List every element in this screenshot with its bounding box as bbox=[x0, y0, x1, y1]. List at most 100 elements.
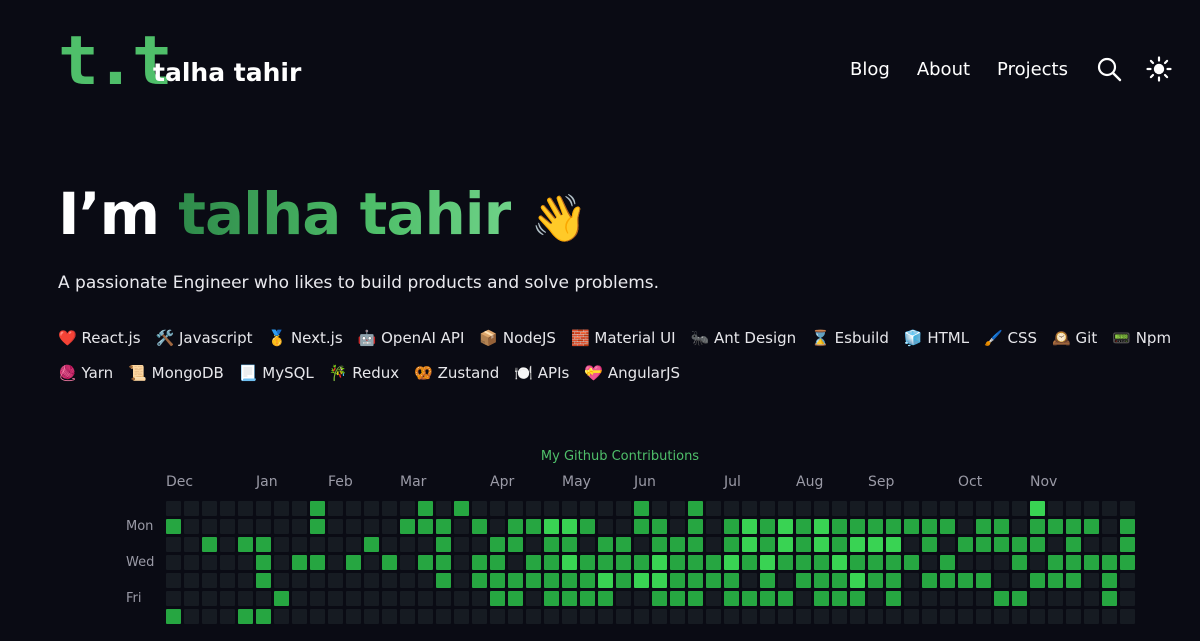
contribution-cell bbox=[292, 537, 307, 552]
contribution-cell bbox=[940, 519, 955, 534]
skill-label: Material UI bbox=[594, 329, 676, 347]
contribution-cell bbox=[796, 573, 811, 588]
contribution-cell bbox=[238, 555, 253, 570]
skill-label: HTML bbox=[927, 329, 970, 347]
contribution-cell bbox=[382, 609, 397, 624]
skill-label: MySQL bbox=[262, 364, 314, 382]
contribution-cell bbox=[418, 501, 433, 516]
day-label: Wed bbox=[126, 555, 155, 570]
contribution-cell bbox=[616, 501, 631, 516]
contribution-cell bbox=[976, 501, 991, 516]
contribution-cell bbox=[724, 537, 739, 552]
contribution-cell bbox=[886, 609, 901, 624]
month-label: May bbox=[562, 474, 591, 490]
sun-icon[interactable] bbox=[1146, 56, 1172, 82]
site-name[interactable]: talha tahir bbox=[153, 58, 301, 87]
contribution-cell bbox=[508, 537, 523, 552]
contribution-cell bbox=[580, 609, 595, 624]
contribution-cell bbox=[814, 519, 829, 534]
contribution-cell bbox=[868, 555, 883, 570]
skill-icon: 🕰️ bbox=[1052, 329, 1071, 347]
nav-projects-link[interactable]: Projects bbox=[997, 59, 1068, 80]
contribution-cell bbox=[652, 501, 667, 516]
contribution-cell bbox=[994, 555, 1009, 570]
skill-icon: 🥇 bbox=[267, 329, 287, 347]
contribution-cell bbox=[1102, 555, 1117, 570]
contribution-cell bbox=[184, 519, 199, 534]
contribution-cell bbox=[688, 501, 703, 516]
contribution-cell bbox=[1048, 609, 1063, 624]
contribution-cell bbox=[346, 591, 361, 606]
contribution-cell bbox=[796, 591, 811, 606]
contribution-cell bbox=[220, 519, 235, 534]
contribution-cell bbox=[1084, 501, 1099, 516]
contribution-cell bbox=[652, 573, 667, 588]
month-label: Jul bbox=[724, 474, 741, 490]
contribution-cell bbox=[544, 573, 559, 588]
contribution-cell bbox=[418, 519, 433, 534]
nav-blog-link[interactable]: Blog bbox=[850, 59, 890, 80]
search-icon[interactable] bbox=[1096, 56, 1122, 82]
contribution-cell bbox=[670, 519, 685, 534]
contribution-cell bbox=[904, 501, 919, 516]
contribution-cell bbox=[652, 519, 667, 534]
contribution-cell bbox=[742, 555, 757, 570]
contribution-cell bbox=[202, 555, 217, 570]
contribution-cell bbox=[814, 609, 829, 624]
contribution-cell bbox=[310, 519, 325, 534]
month-labels: Dec Jan Feb Mar Apr May Jun Jul Aug Sep Oct Nov bbox=[166, 474, 1116, 492]
contribution-cell bbox=[1066, 609, 1081, 624]
hero-title: I’m talha tahir 👋 bbox=[58, 178, 588, 254]
contribution-cell bbox=[778, 501, 793, 516]
contribution-cell bbox=[238, 591, 253, 606]
contribution-cell bbox=[994, 591, 1009, 606]
contribution-cell bbox=[310, 573, 325, 588]
contribution-cell bbox=[1120, 519, 1135, 534]
contribution-cell bbox=[346, 555, 361, 570]
contribution-cell bbox=[328, 501, 343, 516]
skill-label: AngularJS bbox=[607, 364, 681, 382]
contribution-cell bbox=[256, 537, 271, 552]
contribution-cell bbox=[904, 537, 919, 552]
contribution-cell bbox=[724, 501, 739, 516]
contribution-cell bbox=[994, 573, 1009, 588]
contribution-cell bbox=[652, 591, 667, 606]
contribution-cell bbox=[760, 537, 775, 552]
contribution-cell bbox=[238, 609, 253, 624]
contribution-cell bbox=[598, 573, 613, 588]
contribution-cell bbox=[562, 555, 577, 570]
contribution-cell bbox=[760, 591, 775, 606]
hero-name: talha tahir bbox=[178, 180, 512, 248]
skill-item: ⌛ Esbuild bbox=[811, 327, 889, 349]
contribution-cell bbox=[1102, 501, 1117, 516]
contribution-cell bbox=[1012, 609, 1027, 624]
contribution-cell bbox=[454, 573, 469, 588]
skill-item: 🧊 HTML bbox=[904, 327, 969, 349]
contribution-cell bbox=[616, 519, 631, 534]
month-label: Sep bbox=[868, 474, 895, 490]
contribution-cell bbox=[436, 501, 451, 516]
contribution-cell bbox=[292, 519, 307, 534]
contribution-cell bbox=[832, 591, 847, 606]
contribution-cell bbox=[508, 501, 523, 516]
contribution-cell bbox=[472, 501, 487, 516]
skill-item: 🛠️ Javascript bbox=[156, 327, 253, 349]
skill-icon: ❤️ bbox=[58, 329, 77, 347]
contribution-cell bbox=[1120, 555, 1135, 570]
contribution-cell bbox=[400, 519, 415, 534]
contribution-cell bbox=[796, 555, 811, 570]
contribution-cell bbox=[850, 573, 865, 588]
contribution-cell bbox=[508, 609, 523, 624]
skill-icon: 📟 bbox=[1112, 329, 1131, 347]
skill-label: OpenAI API bbox=[381, 329, 465, 347]
contribution-cell bbox=[580, 555, 595, 570]
contribution-cell bbox=[184, 573, 199, 588]
contribution-cell bbox=[616, 555, 631, 570]
month-label: Apr bbox=[490, 474, 515, 490]
contribution-cell bbox=[1120, 537, 1135, 552]
contribution-cell bbox=[652, 555, 667, 570]
nav-about-link[interactable]: About bbox=[917, 59, 970, 80]
contribution-cell bbox=[382, 555, 397, 570]
contribution-cell bbox=[634, 591, 649, 606]
contribution-cell bbox=[1012, 519, 1027, 534]
